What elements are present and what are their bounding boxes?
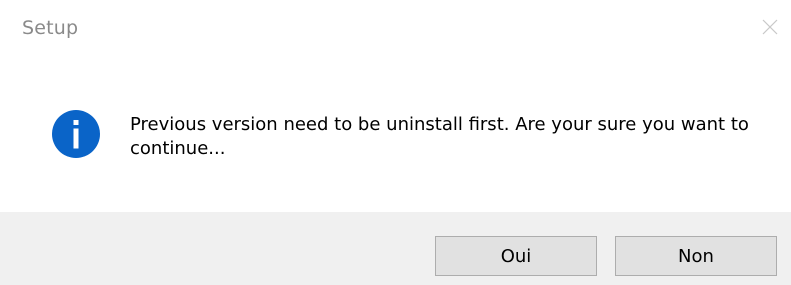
info-icon xyxy=(52,110,100,158)
setup-dialog: Setup Previous version need to be uninst… xyxy=(0,0,791,285)
close-button[interactable] xyxy=(751,10,791,46)
window-title: Setup xyxy=(22,17,79,39)
button-bar: Oui Non xyxy=(0,212,791,285)
message-text: Previous version need to be uninstall fi… xyxy=(130,114,749,159)
dialog-content: Previous version need to be uninstall fi… xyxy=(0,60,791,212)
close-icon xyxy=(762,19,778,35)
title-bar: Setup xyxy=(0,0,791,60)
no-button[interactable]: Non xyxy=(615,236,777,276)
yes-button[interactable]: Oui xyxy=(435,236,597,276)
